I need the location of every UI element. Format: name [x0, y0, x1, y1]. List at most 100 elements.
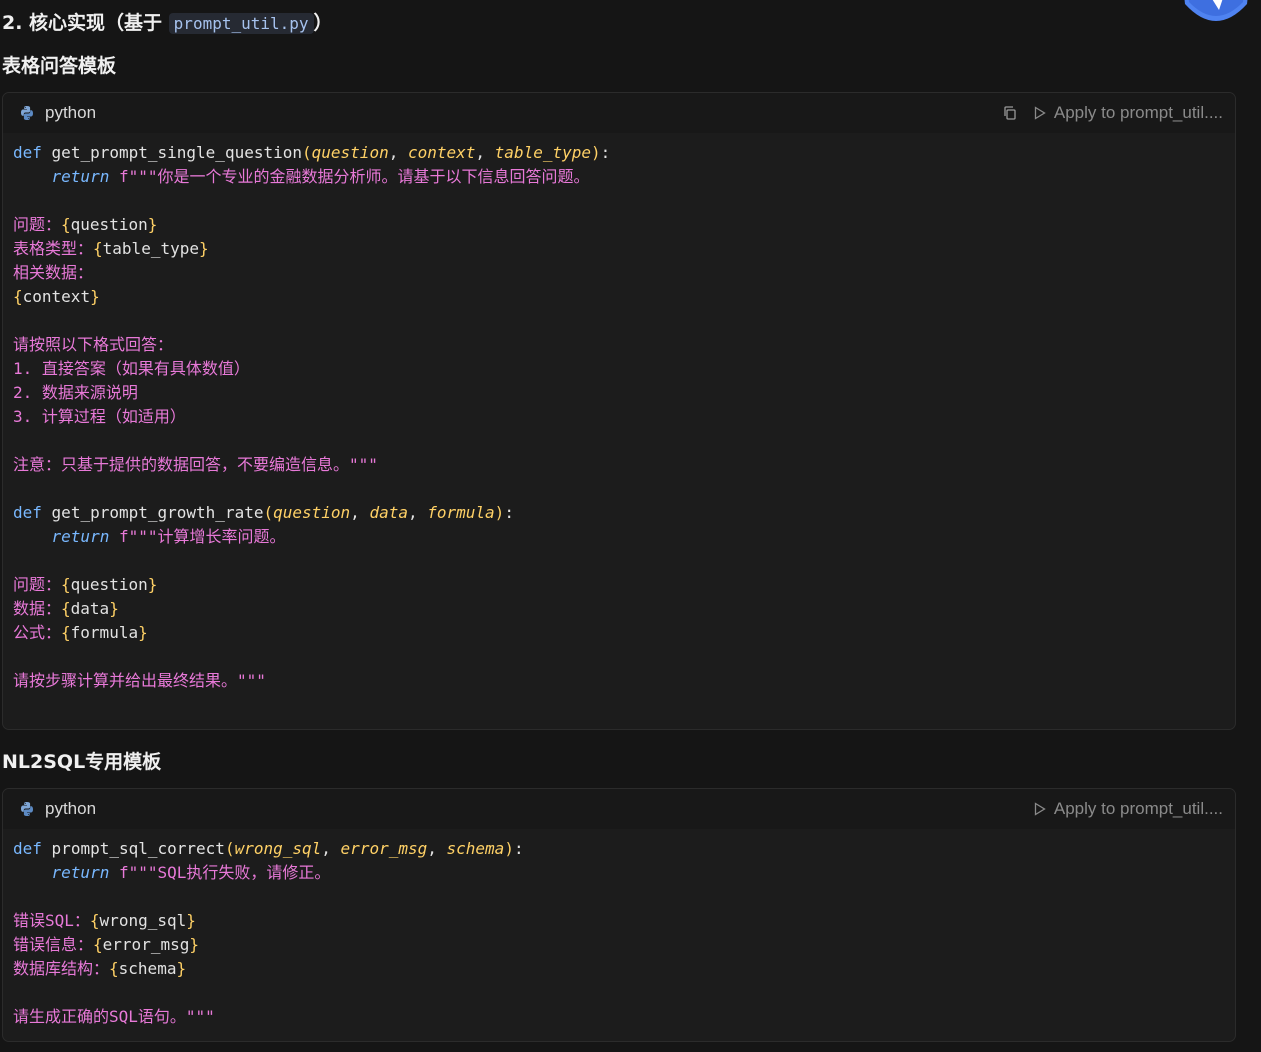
play-icon: [1034, 802, 1046, 816]
section-heading-prefix: 2. 核心实现（基于: [2, 12, 169, 34]
code-content: def prompt_sql_correct(wrong_sql, error_…: [3, 829, 1235, 1039]
return-keyword: return: [51, 863, 110, 882]
parameter-token: error_msg: [340, 839, 428, 858]
keyword-token: def: [13, 143, 42, 162]
brace-token: {: [109, 959, 119, 978]
string-token: 错误SQL：: [13, 911, 90, 930]
brace-token: {: [61, 623, 71, 642]
brace-token: }: [189, 935, 199, 954]
section-heading-suffix: ）: [313, 12, 333, 34]
brace-token: }: [198, 239, 209, 258]
brace-token: ): [591, 143, 601, 162]
punctuation-token: ,: [475, 143, 495, 162]
punctuation-token: ,: [321, 839, 341, 858]
keyword-token: def: [13, 503, 42, 522]
string-token: 请按步骤计算并给出最终结果。""": [13, 671, 266, 690]
parameter-token: question: [273, 503, 351, 522]
code-block-nl2sql: python Apply to prompt_util.... def prom…: [2, 788, 1236, 1042]
punctuation-token: :: [513, 839, 524, 858]
variable-token: wrong_sql: [99, 911, 187, 930]
parameter-token: data: [369, 503, 408, 522]
section-heading: 2. 核心实现（基于 prompt_util.py）: [2, 8, 333, 35]
function-name: get_prompt_single_question: [51, 143, 302, 162]
brace-token: }: [109, 599, 119, 618]
parameter-token: wrong_sql: [234, 839, 322, 858]
code-block-table-qa: python Apply to prompt_util.... def get_…: [2, 92, 1236, 730]
brace-token: {: [93, 935, 103, 954]
variable-token: table_type: [102, 239, 199, 258]
parameter-token: schema: [446, 839, 505, 858]
variable-token: data: [70, 599, 110, 618]
brace-token: {: [61, 575, 71, 594]
code-lang-label: python: [45, 799, 97, 818]
variable-token: schema: [118, 959, 177, 978]
brace-token: }: [90, 287, 100, 306]
function-name: get_prompt_growth_rate: [51, 503, 264, 522]
brace-token: (: [224, 839, 235, 858]
brace-token: {: [89, 911, 100, 930]
string-token: 2. 数据来源说明: [13, 383, 138, 402]
apply-button[interactable]: Apply to prompt_util....: [1034, 799, 1223, 819]
string-token: 数据：: [13, 599, 62, 618]
brace-token: {: [61, 599, 71, 618]
brace-token: }: [176, 959, 187, 978]
parameter-token: question: [311, 143, 389, 162]
punctuation-token: ,: [427, 839, 447, 858]
brace-token: {: [13, 287, 23, 306]
brace-token: ): [504, 839, 514, 858]
function-name: prompt_sql_correct: [51, 839, 225, 858]
copy-icon[interactable]: [1002, 105, 1018, 121]
app-logo-icon: [1184, 0, 1248, 21]
variable-token: question: [70, 575, 148, 594]
string-token: 相关数据：: [13, 263, 94, 282]
brace-token: (: [263, 503, 274, 522]
string-token: 注意：只基于提供的数据回答，不要编造信息。""": [13, 455, 378, 474]
apply-label: Apply to prompt_util....: [1053, 103, 1223, 122]
parameter-token: table_type: [494, 143, 591, 162]
return-keyword: return: [51, 167, 110, 186]
brace-token: {: [61, 215, 71, 234]
python-icon: [21, 802, 33, 816]
code-block-header: python Apply to prompt_util....: [3, 789, 1235, 829]
string-token: 1. 直接答案（如果有具体数值）: [13, 359, 250, 378]
nl2sql-heading: NL2SQL专用模板: [2, 751, 162, 773]
string-token: 问题：: [13, 215, 62, 234]
inline-code-filename: prompt_util.py: [168, 13, 314, 34]
string-token: 请生成正确的SQL语句。""": [13, 1007, 215, 1026]
punctuation-token: ,: [388, 143, 408, 162]
brace-token: {: [93, 239, 103, 258]
brace-token: }: [138, 623, 148, 642]
string-token: 数据库结构：: [13, 959, 110, 978]
brace-token: (: [302, 143, 312, 162]
variable-token: error_msg: [102, 935, 190, 954]
variable-token: context: [22, 287, 91, 306]
punctuation-token: :: [504, 503, 514, 522]
brace-token: }: [186, 911, 196, 930]
parameter-token: context: [407, 143, 476, 162]
string-token: 问题：: [13, 575, 62, 594]
string-token: 错误信息：: [13, 935, 94, 954]
code-lang-label: python: [45, 103, 97, 122]
play-icon: [1034, 106, 1046, 120]
string-token: f"""计算增长率问题。: [118, 527, 286, 546]
string-token: 公式：: [13, 623, 62, 642]
brace-token: }: [147, 575, 158, 594]
apply-label: Apply to prompt_util....: [1053, 799, 1223, 818]
punctuation-token: ,: [407, 503, 428, 522]
string-token: f"""SQL执行失败，请修正。: [118, 863, 331, 882]
punctuation-token: :: [600, 143, 611, 162]
string-token: 表格类型：: [13, 239, 94, 258]
templates-heading: 表格问答模板: [2, 55, 117, 77]
string-token: 请按照以下格式回答：: [13, 335, 174, 354]
return-keyword: return: [51, 527, 110, 546]
string-token: f"""你是一个专业的金融数据分析师。请基于以下信息回答问题。: [118, 167, 590, 186]
code-block-header: python Apply to prompt_util....: [3, 93, 1235, 133]
code-content: def get_prompt_single_question(question,…: [3, 133, 1235, 703]
python-icon: [21, 106, 33, 120]
keyword-token: def: [13, 839, 42, 858]
variable-token: formula: [70, 623, 139, 642]
brace-token: }: [147, 215, 158, 234]
punctuation-token: ,: [350, 503, 370, 522]
apply-button[interactable]: Apply to prompt_util....: [1034, 103, 1223, 123]
variable-token: question: [70, 215, 148, 234]
